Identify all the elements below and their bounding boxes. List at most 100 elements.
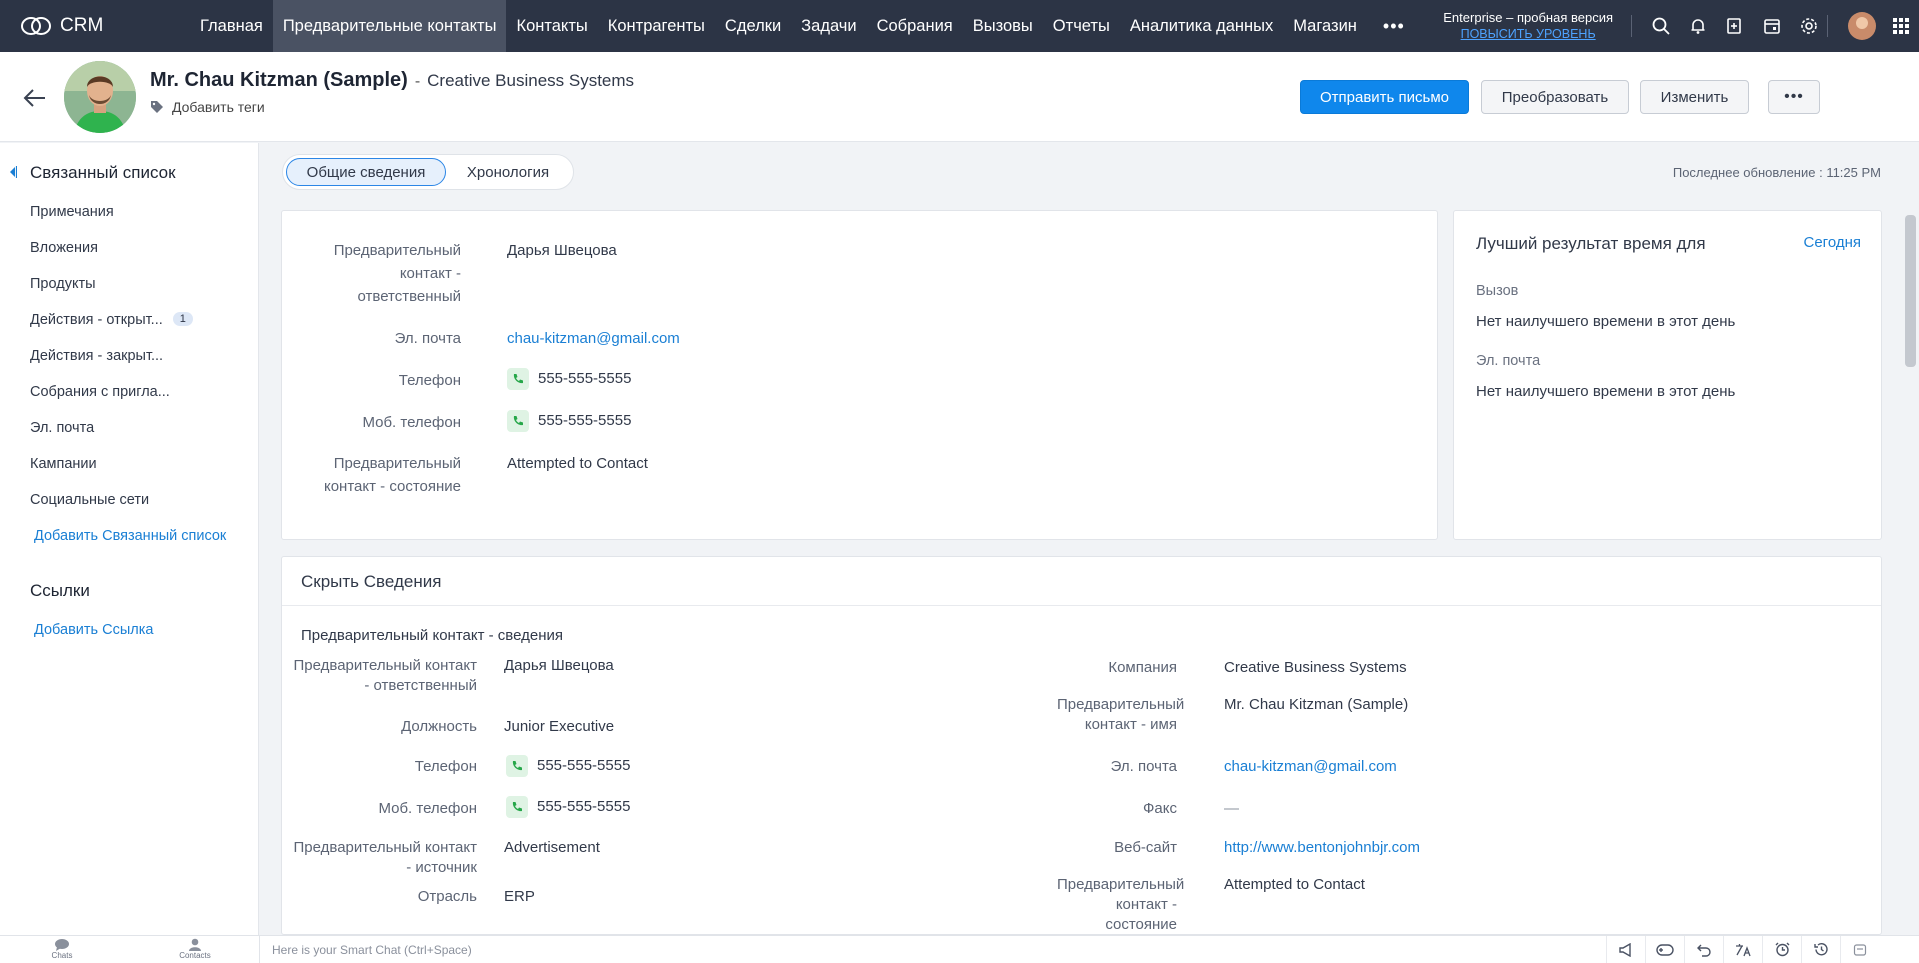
field-label: Предварительный контакт - источник — [293, 839, 477, 876]
sidebar-item-campaigns[interactable]: Кампании — [30, 456, 97, 472]
nav-contacts[interactable]: Контакты — [506, 0, 597, 52]
field-label: Эл. почта — [394, 330, 461, 347]
bell-icon[interactable] — [1679, 0, 1716, 52]
sidebar-item-social[interactable]: Социальные сети — [30, 492, 149, 508]
smart-chat-input[interactable]: Here is your Smart Chat (Ctrl+Space) — [259, 936, 1605, 963]
status-value[interactable]: Attempted to Contact — [1224, 873, 1365, 896]
crm-logo[interactable]: CRM — [0, 15, 190, 37]
phone-icon[interactable] — [507, 367, 529, 390]
overview-card: Предварительный контакт - ответственный … — [281, 210, 1438, 540]
field-label: Должность — [401, 718, 477, 735]
translate-icon[interactable] — [1723, 936, 1762, 963]
field-label: Компания — [1108, 659, 1177, 676]
phone-value: 555-555-5555 — [537, 757, 631, 774]
fax-value[interactable]: — — [1224, 797, 1239, 820]
alarm-clock-icon[interactable] — [1762, 936, 1801, 963]
record-view-tabs: Общие сведения Хронология — [282, 154, 574, 190]
megaphone-icon[interactable] — [1606, 936, 1645, 963]
nav-more-button[interactable]: ••• — [1367, 0, 1421, 52]
owner-value[interactable]: Дарья Швецова — [507, 239, 617, 262]
new-record-icon[interactable] — [1716, 0, 1753, 52]
chat-bubble-icon — [55, 939, 69, 951]
tab-overview[interactable]: Общие сведения — [286, 158, 446, 186]
phone-icon[interactable] — [507, 409, 529, 432]
owner-value[interactable]: Дарья Швецова — [504, 654, 614, 677]
phone-field[interactable]: 555-555-5555 — [506, 754, 630, 777]
sidebar-item-attachments[interactable]: Вложения — [30, 240, 98, 256]
record-avatar[interactable] — [64, 61, 136, 133]
send-email-button[interactable]: Отправить письмо — [1300, 80, 1469, 114]
industry-value[interactable]: ERP — [504, 885, 535, 908]
main-nav: Главная Предварительные контакты Контакт… — [190, 0, 1421, 52]
chats-tab[interactable]: Chats — [12, 938, 112, 960]
nav-marketplace[interactable]: Магазин — [1283, 0, 1367, 52]
title-separator: - — [414, 73, 421, 90]
best-time-card: Лучший результат время для Сегодня Вызов… — [1453, 210, 1882, 540]
add-tags-button[interactable]: Добавить теги — [150, 99, 265, 115]
sidebar-item-notes[interactable]: Примечания — [30, 204, 114, 220]
sidebar-item-invited-meetings[interactable]: Собрания с пригла... — [30, 384, 170, 400]
nav-reports[interactable]: Отчеты — [1043, 0, 1120, 52]
lead-source-value[interactable]: Advertisement — [504, 836, 600, 859]
mobile-field[interactable]: 555-555-5555 — [507, 409, 631, 432]
email-link[interactable]: chau-kitzman@gmail.com — [1224, 755, 1397, 778]
logo-text: CRM — [60, 15, 104, 36]
history-icon[interactable] — [1801, 936, 1840, 963]
phone-icon[interactable] — [506, 795, 528, 818]
gear-icon[interactable] — [1790, 0, 1827, 52]
mobile-field[interactable]: 555-555-5555 — [506, 795, 630, 818]
more-actions-button[interactable]: ••• — [1768, 80, 1820, 114]
company-value[interactable]: Creative Business Systems — [1224, 656, 1407, 679]
phone-value: 555-555-5555 — [538, 370, 632, 387]
website-link[interactable]: http://www.bentonjohnbjr.com — [1224, 836, 1420, 859]
apps-grid-icon[interactable] — [1882, 0, 1919, 52]
add-related-list-link[interactable]: Добавить Связанный список — [34, 528, 226, 544]
record-title: Mr. Chau Kitzman (Sample) - Creative Bus… — [150, 69, 634, 92]
edit-button[interactable]: Изменить — [1640, 80, 1749, 114]
email-link[interactable]: chau-kitzman@gmail.com — [507, 327, 680, 350]
nav-home[interactable]: Главная — [190, 0, 273, 52]
scrollbar-thumb[interactable] — [1905, 215, 1916, 367]
field-label: Предварительный контакт - имя — [1057, 696, 1185, 733]
related-list-sidebar: Связанный список Примечания Вложения Про… — [0, 143, 259, 935]
support-icon[interactable] — [1840, 936, 1879, 963]
field-label: Телефон — [398, 372, 461, 389]
lead-name-value[interactable]: Mr. Chau Kitzman (Sample) — [1224, 693, 1408, 716]
search-icon[interactable] — [1642, 0, 1679, 52]
sidebar-item-products[interactable]: Продукты — [30, 276, 96, 292]
sidebar-item-label: Действия - открыт... — [30, 312, 163, 328]
contacts-tab[interactable]: Contacts — [145, 938, 245, 960]
calendar-icon[interactable] — [1753, 0, 1790, 52]
record-company[interactable]: Creative Business Systems — [427, 71, 634, 91]
nav-meetings[interactable]: Собрания — [867, 0, 963, 52]
nav-tasks[interactable]: Задачи — [791, 0, 866, 52]
details-header: Скрыть Сведения — [282, 557, 1881, 606]
phone-field[interactable]: 555-555-5555 — [507, 367, 631, 390]
back-arrow-icon[interactable] — [22, 85, 48, 111]
hide-details-toggle[interactable]: Скрыть Сведения — [301, 572, 441, 592]
phone-icon[interactable] — [506, 754, 528, 777]
status-value[interactable]: Attempted to Contact — [507, 452, 648, 475]
sidebar-item-open-activities[interactable]: Действия - открыт... 1 — [30, 312, 193, 328]
nav-calls[interactable]: Вызовы — [963, 0, 1043, 52]
job-title-value[interactable]: Junior Executive — [504, 715, 614, 738]
divider — [1827, 15, 1828, 37]
add-link-link[interactable]: Добавить Ссылка — [34, 622, 153, 638]
sidebar-item-emails[interactable]: Эл. почта — [30, 420, 94, 436]
convert-button[interactable]: Преобразовать — [1481, 80, 1629, 114]
best-time-period-selector[interactable]: Сегодня — [1804, 234, 1862, 251]
nav-accounts[interactable]: Контрагенты — [598, 0, 715, 52]
undo-icon[interactable] — [1684, 936, 1723, 963]
sidebar-item-closed-activities[interactable]: Действия - закрыт... — [30, 348, 163, 364]
mobile-value: 555-555-5555 — [538, 412, 632, 429]
upgrade-link[interactable]: ПОВЫСИТЬ УРОВЕНЬ — [1443, 26, 1613, 43]
tab-timeline[interactable]: Хронология — [446, 158, 570, 186]
collapse-sidebar-icon[interactable] — [9, 165, 17, 179]
nav-deals[interactable]: Сделки — [715, 0, 791, 52]
field-label: Предварительный контакт - состояние — [1057, 876, 1185, 933]
gamepad-icon[interactable] — [1645, 936, 1684, 963]
nav-analytics[interactable]: Аналитика данных — [1120, 0, 1283, 52]
user-avatar[interactable] — [1848, 12, 1876, 40]
bottom-bar: Chats Contacts Here is your Smart Chat (… — [0, 935, 1919, 963]
nav-leads[interactable]: Предварительные контакты — [272, 0, 507, 52]
